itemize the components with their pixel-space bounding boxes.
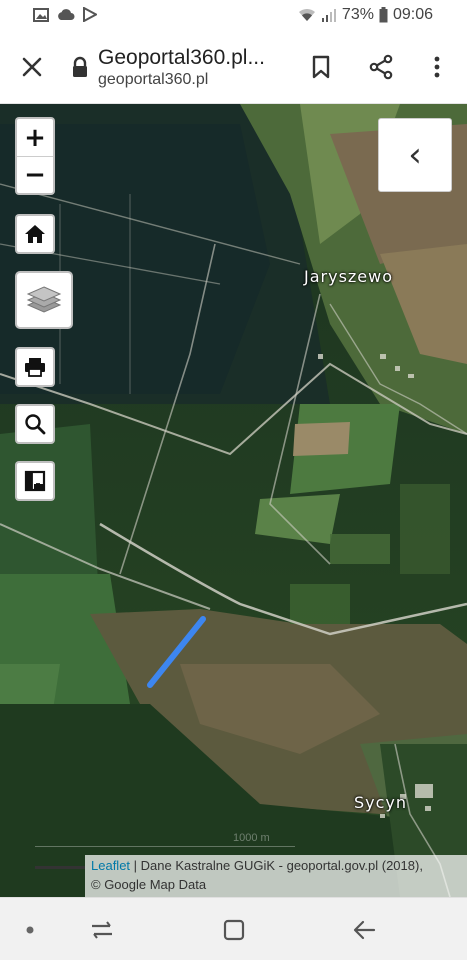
wifi-icon [298, 8, 315, 21]
measure-button[interactable] [15, 461, 55, 501]
page-domain: geoportal360.pl [98, 71, 209, 88]
signal-icon [321, 9, 336, 22]
scale-bar [35, 866, 85, 869]
zoom-out-button[interactable]: − [17, 156, 53, 193]
close-icon[interactable] [19, 54, 45, 80]
print-button[interactable] [15, 347, 55, 387]
print-icon [25, 358, 45, 377]
attribution-text: | Dane Kastralne GUGiK - geoportal.gov.p… [130, 858, 423, 873]
battery-icon [379, 7, 388, 23]
clock: 09:06 [392, 6, 433, 23]
scale-label: 1000 m [233, 832, 270, 844]
lock-icon [73, 56, 87, 77]
zoom-control: + − [15, 117, 55, 195]
cloud-icon [58, 9, 75, 20]
battery-percent: 73% [341, 6, 374, 23]
drawn-line-layer [147, 616, 206, 688]
home-icon [25, 225, 45, 243]
place-label-jaryszewo: Jaryszewo [304, 267, 394, 286]
map-scale: 1000 m [35, 832, 295, 848]
status-bar: 73% 09:06 [0, 0, 467, 32]
back-icon[interactable] [352, 918, 378, 942]
dot-icon[interactable] [26, 926, 34, 934]
share-icon[interactable] [368, 54, 394, 80]
gallery-icon [33, 7, 49, 22]
layers-button[interactable] [15, 271, 73, 329]
status-left-icons [33, 7, 97, 22]
home-nav-icon[interactable] [222, 918, 246, 942]
status-right: 73% 09:06 [298, 6, 433, 24]
attribution-google: © Google Map Data [91, 877, 207, 892]
search-icon [25, 414, 46, 435]
zoom-in-button[interactable]: + [17, 119, 53, 156]
sidebar-toggle-button[interactable]: ‹ [378, 118, 452, 192]
map-attribution: Leaflet | Dane Kastralne GUGiK - geoport… [85, 855, 467, 897]
more-options-icon[interactable] [424, 54, 450, 80]
bookmark-icon[interactable] [308, 54, 334, 80]
play-store-icon [83, 7, 97, 22]
search-button[interactable] [15, 404, 55, 444]
url-block[interactable]: Geoportal360.pl... geoportal360.pl [98, 46, 288, 89]
leaflet-link[interactable]: Leaflet [91, 858, 130, 873]
browser-toolbar: Geoportal360.pl... geoportal360.pl [0, 32, 467, 104]
map-view[interactable]: Jaryszewo Sycyn + − ‹ 1000 m Leaflet | D… [0, 104, 467, 897]
system-nav-bar [0, 897, 467, 960]
page-title: Geoportal360.pl... [98, 46, 265, 69]
layers-icon [26, 286, 62, 313]
place-label-sycyn: Sycyn [354, 793, 408, 812]
ruler-icon [24, 470, 46, 492]
recent-apps-icon[interactable] [90, 918, 116, 942]
chevron-left-icon: ‹ [408, 135, 422, 175]
home-button[interactable] [15, 214, 55, 254]
measured-line[interactable] [147, 616, 206, 688]
